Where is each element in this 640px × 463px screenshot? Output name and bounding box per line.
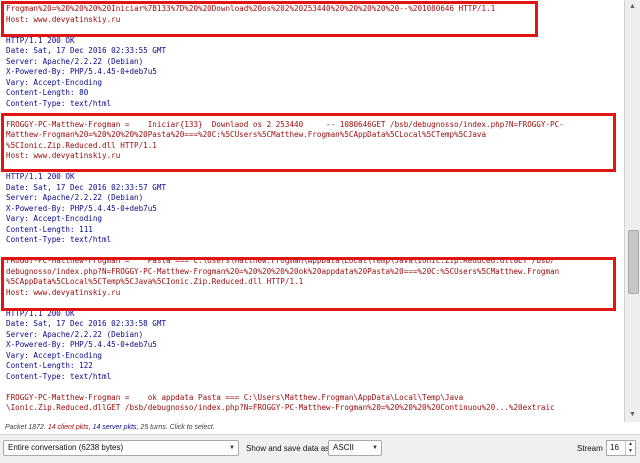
client-request-block-3[interactable]: FROGGY-PC-Matthew-Frogman = Pasta === C:…	[0, 256, 624, 298]
stream-line: Host: www.devyatinskiy.ru	[6, 287, 121, 297]
stream-line: Matthew-Frogman%20=%20%20%20%20Pasta%20=…	[6, 130, 487, 139]
stream-line: FROGGY-PC-Matthew-Frogman = Iniciar{133}…	[6, 119, 564, 129]
stream-line: HTTP/1.1 200 OK	[6, 35, 75, 45]
stream-number-stepper[interactable]: 16 ▲ ▼	[606, 440, 636, 456]
stream-line: Content-Length: 122	[6, 361, 93, 370]
stream-line: Content-Length: 111	[6, 224, 93, 234]
stream-line: Host: www.devyatinskiy.ru	[6, 14, 121, 24]
stream-line: X-Powered-By: PHP/5.4.45-0+deb7u5	[6, 203, 157, 213]
stream-line: HTTP/1.1 200 OK	[6, 172, 75, 181]
stream-line: Date: Sat, 17 Dec 2016 02:33:58 GMT	[6, 319, 167, 328]
stream-line: Frogman%20=%20%20%20%20Iniciar%7B133%7D%…	[6, 4, 496, 13]
server-response-block-2[interactable]: HTTP/1.1 200 OK Date: Sat, 17 Dec 2016 02…	[0, 172, 624, 246]
scroll-down-arrow-icon[interactable]: ▼	[625, 408, 640, 422]
stream-summary: Packet 1872. 14 client pkts, 14 server p…	[5, 424, 215, 431]
bottom-controls-bar: Entire conversation (6238 bytes) ▼ Show …	[0, 434, 640, 463]
client-request-block-2[interactable]: FROGGY-PC-Matthew-Frogman = Iniciar{133}…	[0, 120, 624, 162]
stream-line: %5CIonic.Zip.Reduced.dll HTTP/1.1	[6, 140, 157, 150]
stream-line: Server: Apache/2.2.22 (Debian)	[6, 193, 144, 202]
stream-line: HTTP/1.1 200 OK	[6, 308, 75, 318]
scrollbar-thumb[interactable]	[628, 230, 639, 294]
show-save-label: Show and save data as	[246, 444, 330, 453]
stream-line: Vary: Accept-Encoding	[6, 350, 103, 360]
stream-line: Content-Length: 80	[6, 88, 89, 97]
format-select-value: ASCII	[333, 443, 354, 452]
follow-stream-text-pane[interactable]: Frogman%20=%20%20%20%20Iniciar%7B133%7D%…	[0, 0, 624, 422]
stream-line: Date: Sat, 17 Dec 2016 02:33:57 GMT	[6, 182, 167, 192]
stream-line: Date: Sat, 17 Dec 2016 02:33:55 GMT	[6, 46, 167, 55]
chevron-down-icon: ▼	[372, 445, 378, 451]
stream-line: Vary: Accept-Encoding	[6, 214, 103, 223]
stream-line: Server: Apache/2.2.22 (Debian)	[6, 329, 144, 339]
conversation-select-value: Entire conversation (6238 bytes)	[8, 443, 124, 452]
format-select[interactable]: ASCII ▼	[328, 440, 382, 456]
server-response-block-3[interactable]: HTTP/1.1 200 OK Date: Sat, 17 Dec 2016 02…	[0, 309, 624, 383]
stream-line: FROGGY-PC-Matthew-Frogman = ok appdata P…	[6, 392, 464, 402]
stream-line: FROGGY-PC-Matthew-Frogman = Pasta === C:…	[6, 256, 555, 265]
stream-line: Vary: Accept-Encoding	[6, 77, 103, 87]
summary-server-pkts: 14 server pkts	[92, 424, 137, 431]
summary-client-pkts: 14 client pkts	[47, 424, 89, 431]
stream-line: Content-Type: text/html	[6, 98, 112, 108]
conversation-select[interactable]: Entire conversation (6238 bytes) ▼	[3, 440, 239, 456]
stream-line: Content-Type: text/html	[6, 371, 112, 381]
stream-line: \Ionic.Zip.Reduced.dllGET /bsb/debugnoss…	[6, 403, 555, 412]
stream-line: X-Powered-By: PHP/5.4.45-0+deb7u5	[6, 67, 157, 76]
client-request-block-4[interactable]: FROGGY-PC-Matthew-Frogman = ok appdata P…	[0, 393, 624, 414]
stream-line: Content-Type: text/html	[6, 235, 112, 244]
vertical-scrollbar[interactable]: ▲ ▼	[624, 0, 640, 422]
client-request-block-1[interactable]: Frogman%20=%20%20%20%20Iniciar%7B133%7D%…	[0, 4, 624, 25]
stepper-arrows-icon[interactable]: ▲ ▼	[625, 441, 635, 455]
summary-suffix: , 25 turns. Click to select.	[136, 424, 215, 431]
chevron-down-icon: ▼	[229, 445, 235, 451]
stream-line: X-Powered-By: PHP/5.4.45-0+deb7u5	[6, 340, 157, 349]
stream-line: %5CAppData%5CLocal%5CTemp%5CJava%5CIonic…	[6, 277, 304, 286]
stream-line: debugnosso/index.php?N=FROGGY-PC-Matthew…	[6, 266, 560, 276]
summary-prefix: Packet 1872.	[5, 424, 48, 431]
stream-line: Host: www.devyatinskiy.ru	[6, 151, 121, 160]
scroll-up-arrow-icon[interactable]: ▲	[625, 0, 640, 14]
server-response-block-1[interactable]: HTTP/1.1 200 OK Date: Sat, 17 Dec 2016 02…	[0, 36, 624, 110]
stream-number-value: 16	[610, 443, 619, 452]
stream-label: Stream	[577, 444, 603, 453]
stream-line: Server: Apache/2.2.22 (Debian)	[6, 56, 144, 66]
